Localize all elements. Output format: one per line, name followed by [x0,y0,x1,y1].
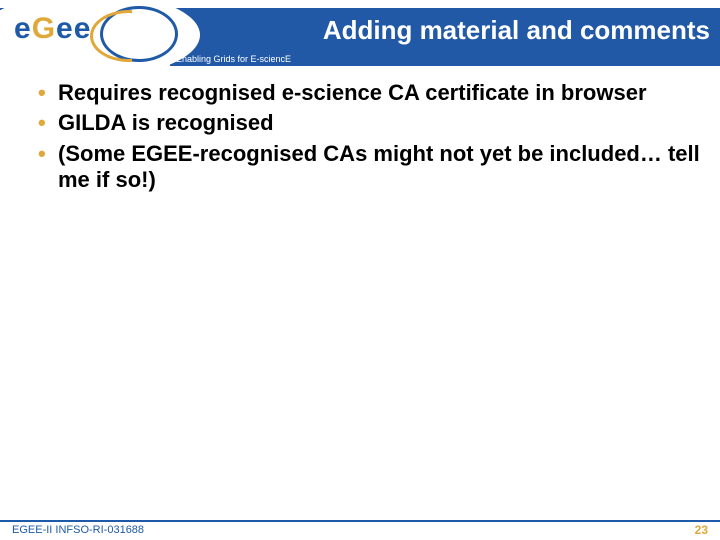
page-number: 23 [695,523,708,537]
logo-letter: e [56,12,74,45]
list-item: (Some EGEE-recognised CAs might not yet … [30,141,700,194]
footer-reference: EGEE-II INFSO-RI-031688 [12,524,144,536]
slide-title: Adding material and comments [323,15,710,46]
logo-letter: G [32,12,56,45]
egee-logo: eGee [14,12,91,46]
list-item: Requires recognised e-science CA certifi… [30,80,700,106]
slide-header: Adding material and comments Enabling Gr… [0,0,720,66]
bullet-list: Requires recognised e-science CA certifi… [30,80,700,194]
list-item: GILDA is recognised [30,110,700,136]
tagline-bar: Enabling Grids for E-sciencE [170,52,720,66]
logo-letter: e [14,12,32,45]
slide-body: Requires recognised e-science CA certifi… [30,80,700,198]
tagline-text: Enabling Grids for E-sciencE [176,54,291,64]
slide-footer: EGEE-II INFSO-RI-031688 23 [0,520,720,540]
slide: Adding material and comments Enabling Gr… [0,0,720,540]
logo-letter: e [74,12,92,45]
